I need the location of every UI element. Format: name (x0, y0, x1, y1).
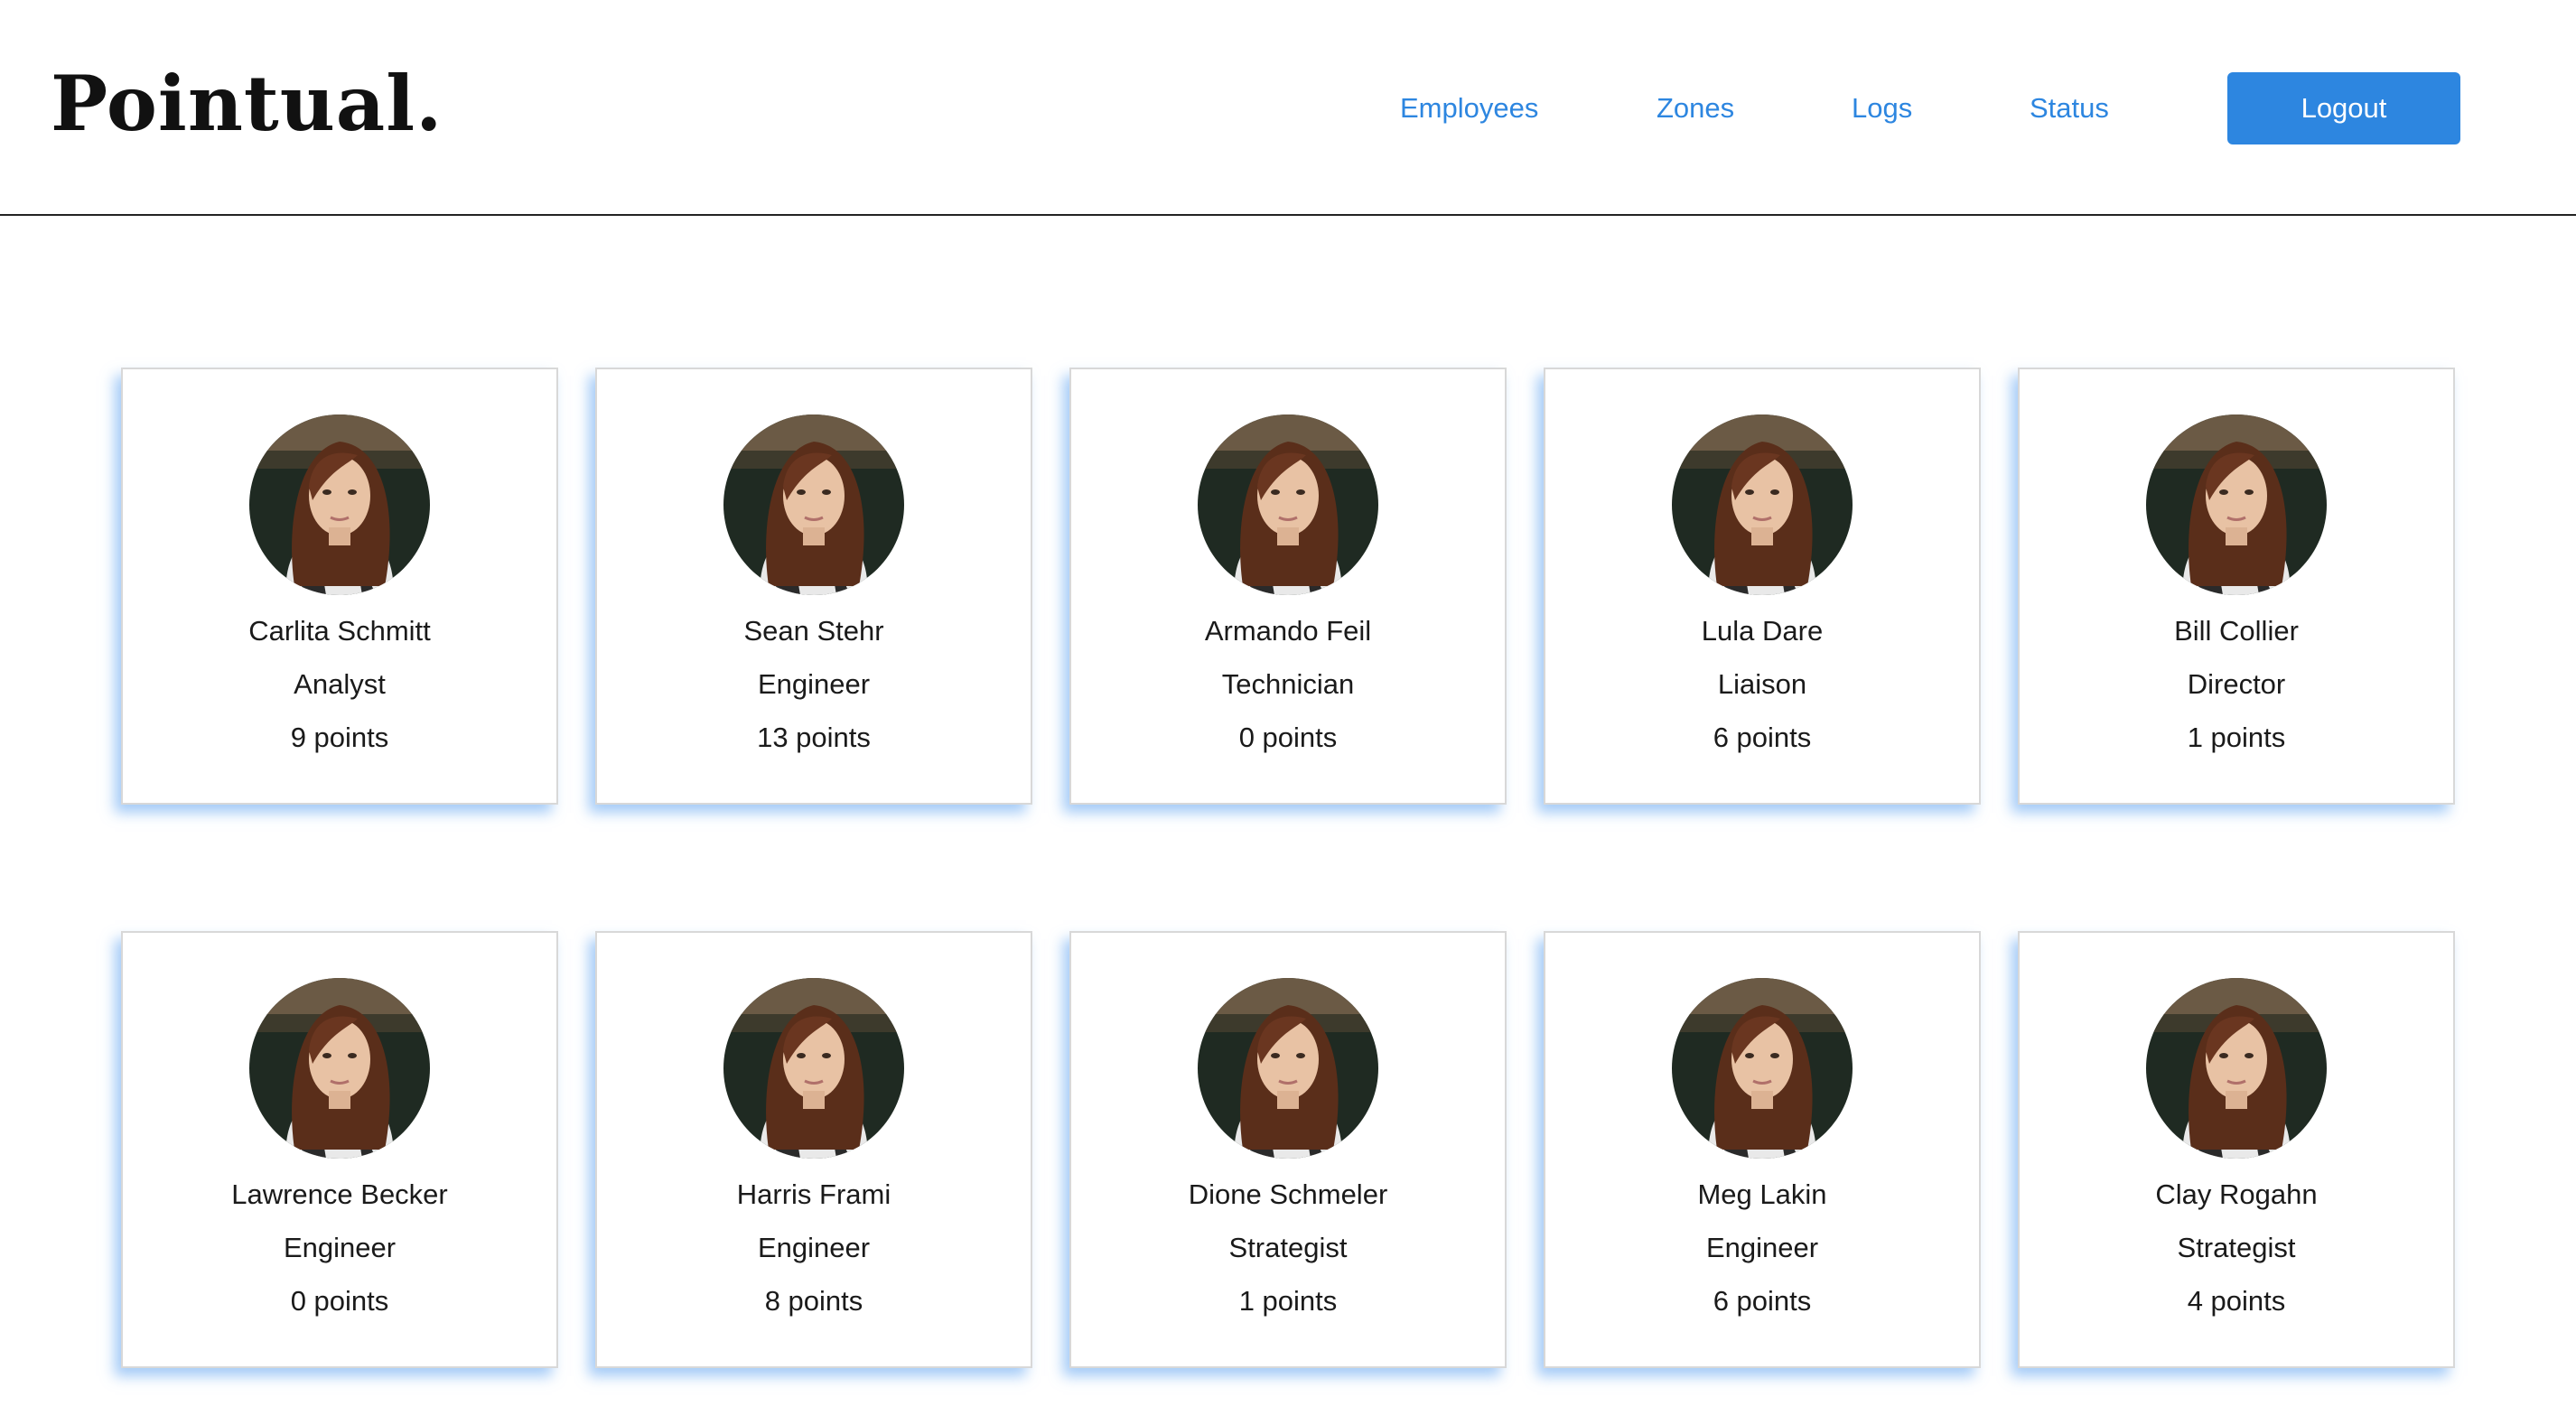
avatar (723, 414, 904, 595)
employee-points: 6 points (1713, 1285, 1812, 1317)
avatar (249, 414, 430, 595)
employee-card[interactable]: Meg Lakin Engineer 6 points (1544, 931, 1981, 1368)
employee-points: 6 points (1713, 722, 1812, 753)
avatar (723, 978, 904, 1159)
employee-card[interactable]: Carlita Schmitt Analyst 9 points (121, 368, 558, 805)
employee-card[interactable]: Dione Schmeler Strategist 1 points (1069, 931, 1507, 1368)
employee-points: 1 points (2187, 722, 2286, 753)
employee-card[interactable]: Lawrence Becker Engineer 0 points (121, 931, 558, 1368)
top-navbar: Pointual. Employees Zones Logs Status Lo… (0, 0, 2576, 216)
nav-link-status[interactable]: Status (2030, 90, 2109, 126)
employee-points: 8 points (764, 1285, 863, 1317)
employee-points: 0 points (1238, 722, 1338, 753)
employee-role: Director (2187, 668, 2286, 700)
nav-link-employees[interactable]: Employees (1400, 90, 1538, 126)
app-logo[interactable]: Pointual. (51, 54, 443, 154)
nav-link-zones[interactable]: Zones (1657, 90, 1734, 126)
employee-name: Bill Collier (2174, 615, 2299, 647)
avatar (1672, 414, 1853, 595)
employee-name: Sean Stehr (743, 615, 884, 647)
employee-role: Engineer (757, 668, 871, 700)
employee-role: Engineer (757, 1232, 871, 1263)
employee-name: Harris Frami (736, 1178, 891, 1210)
employee-card[interactable]: Harris Frami Engineer 8 points (595, 931, 1032, 1368)
avatar (1198, 978, 1378, 1159)
employee-card[interactable]: Sean Stehr Engineer 13 points (595, 368, 1032, 805)
employee-role: Strategist (2177, 1232, 2296, 1263)
employee-points: 0 points (290, 1285, 389, 1317)
employee-role: Engineer (1705, 1232, 1819, 1263)
employee-role: Technician (1221, 668, 1355, 700)
avatar (2146, 978, 2327, 1159)
employee-points: 9 points (290, 722, 389, 753)
employee-role: Analyst (294, 668, 386, 700)
avatar (2146, 414, 2327, 595)
avatar (249, 978, 430, 1159)
employee-points: 13 points (757, 722, 871, 753)
logout-button[interactable]: Logout (2227, 72, 2460, 144)
employee-name: Clay Rogahn (2155, 1178, 2318, 1210)
employee-name: Lula Dare (1701, 615, 1824, 647)
employee-name: Meg Lakin (1697, 1178, 1827, 1210)
employee-name: Armando Feil (1204, 615, 1372, 647)
employee-role: Engineer (283, 1232, 397, 1263)
employee-card[interactable]: Bill Collier Director 1 points (2018, 368, 2455, 805)
employee-card[interactable]: Lula Dare Liaison 6 points (1544, 368, 1981, 805)
employee-grid: Carlita Schmitt Analyst 9 points Sean St… (121, 368, 2455, 1368)
nav-link-logs[interactable]: Logs (1852, 90, 1912, 126)
employee-role: Liaison (1717, 668, 1807, 700)
employee-role: Strategist (1228, 1232, 1348, 1263)
employee-card[interactable]: Clay Rogahn Strategist 4 points (2018, 931, 2455, 1368)
employee-name: Carlita Schmitt (248, 615, 431, 647)
avatar (1198, 414, 1378, 595)
employee-name: Dione Schmeler (1188, 1178, 1388, 1210)
employee-points: 1 points (1238, 1285, 1338, 1317)
employee-card[interactable]: Armando Feil Technician 0 points (1069, 368, 1507, 805)
employee-points: 4 points (2187, 1285, 2286, 1317)
employee-name: Lawrence Becker (231, 1178, 448, 1210)
avatar (1672, 978, 1853, 1159)
